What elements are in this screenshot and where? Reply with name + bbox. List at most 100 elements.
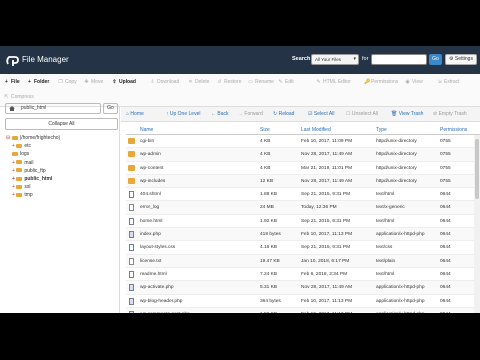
folder-icon (11, 135, 18, 140)
column-header-last-modified[interactable]: Last Modified (301, 127, 331, 133)
table-row[interactable]: wp-blog-header.php 364 bytes Feb 10, 2017,… (126, 295, 480, 308)
toolbar-file-button[interactable]: + File (4, 77, 20, 87)
plus-icon: + (28, 79, 31, 85)
tree-item-label: ssl (24, 184, 31, 191)
table-row[interactable]: wp-content 4 KB Mar 21, 2019, 11:01 PM http… (126, 162, 480, 175)
nav-forward-button[interactable]: → Forward (238, 109, 263, 120)
nav-empty-trash-button[interactable]: ⊘ Empty Trash (433, 109, 467, 120)
nav-home-button[interactable]: ⌂ Home (126, 109, 144, 120)
app-title: File Manager (22, 55, 69, 64)
toolbar-permissions-button[interactable]: 🔑Permissions (364, 77, 398, 87)
tree-item[interactable]: + ssl (6, 183, 60, 191)
path-input[interactable]: public_html (5, 103, 101, 114)
folder-icon (16, 160, 23, 165)
folder-icon (128, 164, 135, 171)
permissions-icon: 🔑 (364, 79, 371, 85)
toolbar-copy-button[interactable]: ❐ Copy (58, 77, 76, 87)
path-go-button[interactable]: Go (103, 103, 118, 114)
table-row[interactable]: wp-comments-post.php 1.59 KB Feb 10, 2017,… (126, 307, 480, 313)
cell-name: wp-admin (140, 152, 161, 158)
nav-reload-button[interactable]: ↻ Reload (273, 109, 294, 120)
navigation-bar: ⌂ Home ↑ Up One Level ← Back → Forward ↻ Rel… (121, 107, 480, 122)
search-scope-select[interactable]: All Your Files (311, 54, 359, 65)
table-row[interactable]: wp-activate.php 5.31 KB Nov 28, 2017, 11:4… (126, 281, 480, 295)
toolbar-button-label: File (11, 79, 20, 85)
toolbar-folder-button[interactable]: + Folder (27, 77, 49, 87)
column-header-size[interactable]: Size (260, 127, 270, 133)
nav-unselect-all-button[interactable]: ☐ Unselect All (346, 109, 378, 120)
table-row[interactable]: cgi-bin 4 KB Feb 10, 2017, 11:09 PM httpd/u… (126, 135, 480, 149)
table-row[interactable]: home.html 1.92 KB Sep 21, 2015, 9:31 PM tex… (126, 215, 480, 229)
folder-icon (128, 151, 135, 158)
toolbar-restore-button[interactable]: ↺ Restore (217, 77, 241, 87)
table-row[interactable]: wp-includes 12 KB Nov 28, 2017, 11:49 AM ht… (126, 174, 480, 189)
scrollbar-thumb[interactable] (475, 139, 479, 199)
table-row[interactable]: index.php 418 bytes Feb 10, 2017, 11:13 PM… (126, 228, 480, 242)
cell-name: wp-content (140, 165, 164, 171)
toolbar-view-button[interactable]: ◉ View (405, 77, 422, 87)
toolbar-upload-button[interactable]: ⇧ Upload (112, 77, 136, 87)
nav-button-label: Reload (278, 111, 295, 117)
tree-item[interactable]: + etc (6, 142, 60, 150)
cell-perms: 0644 (440, 285, 451, 291)
settings-button[interactable]: ⚙ Settings (445, 54, 477, 65)
folder-icon (12, 152, 18, 157)
toolbar-delete-button[interactable]: ✕ Delete (188, 77, 209, 87)
cell-size: 4 KB (260, 152, 271, 158)
tree-item[interactable]: + public_ftp (6, 167, 60, 175)
tree-item[interactable]: ⊟ (/home/frightecho) (6, 134, 60, 142)
cell-size: 364 bytes (260, 298, 281, 304)
collapse-all-button[interactable]: Collapse All (5, 118, 118, 130)
search-go-button[interactable]: Go (429, 54, 442, 65)
nav-select-all-button[interactable]: ☑ Select All (308, 109, 334, 120)
nav-button-label: Select All (313, 111, 335, 117)
column-header-name[interactable]: Name (140, 127, 153, 133)
cell-perms: 0755 (440, 152, 451, 158)
toolbar-html-editor-button[interactable]: ✎ HTML Editor (316, 77, 351, 87)
cell-modified: Nov 28, 2017, 11:49 AM (301, 285, 353, 291)
table-row[interactable]: 404.shtml 1.88 KB Sep 21, 2015, 9:31 PM tex… (126, 188, 480, 202)
copy-icon: ❐ (58, 79, 63, 85)
expand-toggle-icon[interactable]: ⊟ (6, 135, 12, 141)
search-input[interactable] (371, 54, 427, 65)
table-row[interactable]: error_log 24 MB Today, 12:36 PM text/x-gene… (126, 201, 480, 215)
toolbar-button-label: Delete (195, 79, 210, 85)
column-header-permissions[interactable]: Permissions (440, 127, 467, 133)
toolbar-button-label: Extract (444, 79, 460, 85)
cell-perms: 0644 (440, 205, 451, 211)
toolbar-move-button[interactable]: ✥ Move (84, 77, 103, 87)
cell-type: httpd/unix-directory (376, 152, 417, 158)
tree-item[interactable]: + public_html (6, 175, 60, 183)
table-row[interactable]: layout-styles.css 4.16 KB Sep 21, 2015, 9:… (126, 241, 480, 255)
tree-item[interactable]: + mail (6, 159, 60, 167)
cell-perms: 0644 (440, 271, 451, 277)
nav-button-label: Back (217, 111, 229, 117)
toolbar-extract-button[interactable]: ⇲ Extract (437, 77, 460, 87)
table-row[interactable]: readme.html 7.24 KB Feb 6, 2018, 2:34 PM te… (126, 268, 480, 282)
toolbar-compress-button[interactable]: ⇱ Compress (4, 92, 33, 102)
cell-modified: Sep 21, 2015, 9:31 PM (301, 192, 351, 198)
cell-name: wp-includes (140, 178, 166, 184)
nav-button-label: Up One Level (169, 111, 201, 117)
restore-icon: ↺ (217, 79, 222, 85)
column-header-type[interactable]: Type (376, 127, 387, 133)
toolbar-rename-button[interactable]: ▭ Rename (248, 77, 274, 87)
tree-item[interactable]: + tmp (6, 191, 60, 199)
cell-modified: Jan 10, 2018, 6:17 PM (301, 258, 350, 264)
cell-size: 12 KB (260, 178, 274, 184)
tree-item[interactable]: logs (6, 150, 60, 158)
cell-name: error_log (140, 205, 160, 211)
nav-up-one-level-button[interactable]: ↑ Up One Level (166, 109, 200, 120)
toolbar-download-button[interactable]: ⇩ Download (150, 77, 179, 87)
settings-label: Settings (454, 56, 473, 62)
table-row[interactable]: license.txt 19.47 KB Jan 10, 2018, 6:17 PM… (126, 254, 480, 268)
nav-back-button[interactable]: ← Back (211, 109, 229, 120)
nav-view-trash-button[interactable]: 🗑 View Trash (391, 109, 423, 120)
table-row[interactable]: wp-admin 4 KB Nov 28, 2017, 11:49 AM httpd/… (126, 148, 480, 162)
delete-icon: ✕ (188, 79, 193, 85)
folder-icon (16, 184, 23, 189)
cell-perms: 0644 (440, 258, 451, 264)
toolbar-edit-button[interactable]: ✎ Edit (278, 77, 293, 87)
scrollbar[interactable] (474, 135, 480, 313)
code-file-icon (129, 231, 134, 239)
